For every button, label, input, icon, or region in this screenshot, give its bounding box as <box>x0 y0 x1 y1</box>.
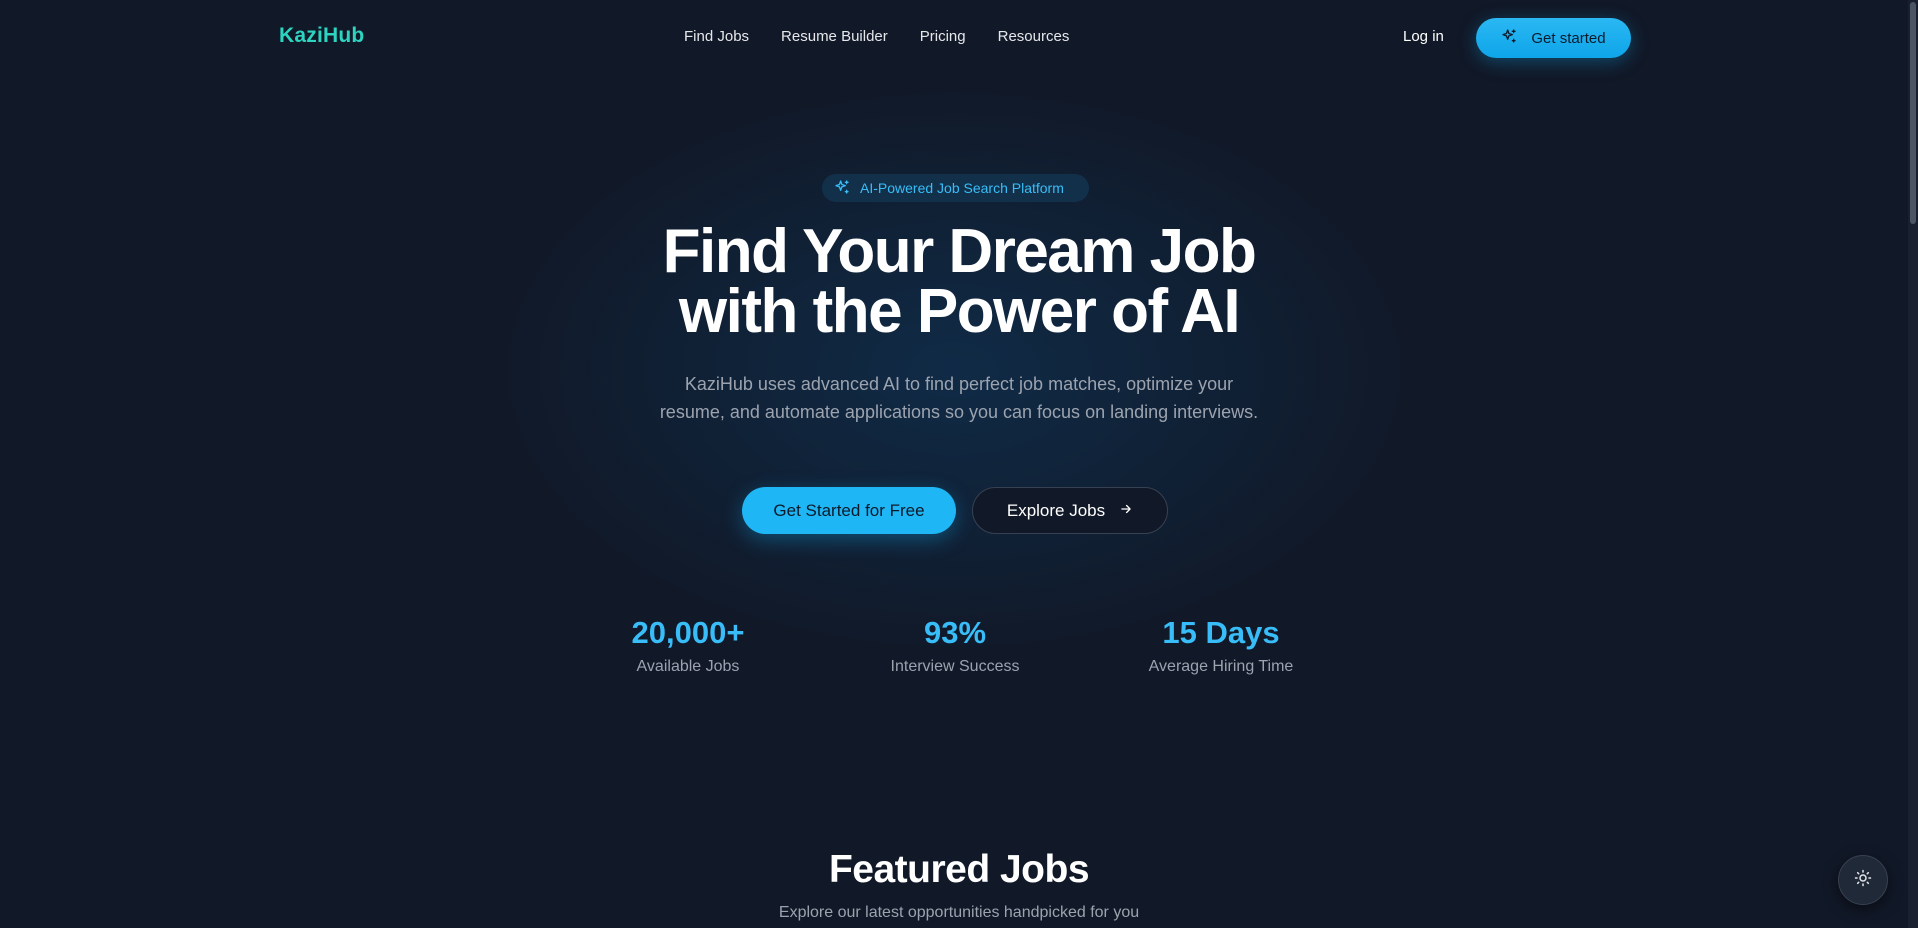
stat-average-hiring-time: 15 Days Average Hiring Time <box>1101 614 1341 676</box>
top-navigation: KaziHub Find Jobs Resume Builder Pricing… <box>0 0 1918 76</box>
get-started-free-button[interactable]: Get Started for Free <box>742 487 956 534</box>
stat-label: Average Hiring Time <box>1148 658 1294 675</box>
stat-value: 15 Days <box>1162 615 1280 650</box>
stat-available-jobs: 20,000+ Available Jobs <box>568 614 808 676</box>
sparkles-icon <box>834 179 850 198</box>
hero-title: Find Your Dream Job with the Power of AI <box>459 221 1459 343</box>
sparkles-icon <box>1501 28 1517 48</box>
hero-title-line-2: with the Power of AI <box>678 277 1241 346</box>
logo[interactable]: KaziHub <box>279 24 364 48</box>
hero-subtitle: KaziHub uses advanced AI to find perfect… <box>659 374 1259 422</box>
nav-links: Find Jobs Resume Builder Pricing Resourc… <box>684 28 1069 45</box>
get-started-button[interactable]: Get started <box>1476 18 1631 58</box>
nav-link-resume-builder[interactable]: Resume Builder <box>781 28 888 45</box>
featured-jobs-subtitle: Explore our latest opportunities handpic… <box>778 904 1140 921</box>
hero-badge-label: AI-Powered Job Search Platform <box>860 180 1064 196</box>
featured-jobs-title: Featured Jobs <box>828 848 1090 891</box>
stat-interview-success: 93% Interview Success <box>835 614 1075 676</box>
hero-title-line-1: Find Your Dream Job <box>662 217 1257 286</box>
stat-value: 93% <box>923 615 987 650</box>
nav-link-resources[interactable]: Resources <box>998 28 1070 45</box>
nav-link-pricing[interactable]: Pricing <box>920 28 966 45</box>
nav-link-find-jobs[interactable]: Find Jobs <box>684 28 749 45</box>
sun-icon <box>1854 869 1872 892</box>
page-scrollbar-thumb[interactable] <box>1910 2 1916 224</box>
explore-jobs-label: Explore Jobs <box>1006 500 1106 520</box>
arrow-right-icon <box>1119 501 1133 521</box>
hero-badge: AI-Powered Job Search Platform <box>822 174 1089 202</box>
login-link[interactable]: Log in <box>1403 28 1444 45</box>
explore-jobs-button[interactable]: Explore Jobs <box>972 487 1168 534</box>
stat-value: 20,000+ <box>631 615 745 650</box>
stat-label: Interview Success <box>890 658 1020 675</box>
get-started-label: Get started <box>1531 29 1606 47</box>
stat-label: Available Jobs <box>636 658 740 675</box>
theme-toggle-button[interactable] <box>1838 855 1888 905</box>
